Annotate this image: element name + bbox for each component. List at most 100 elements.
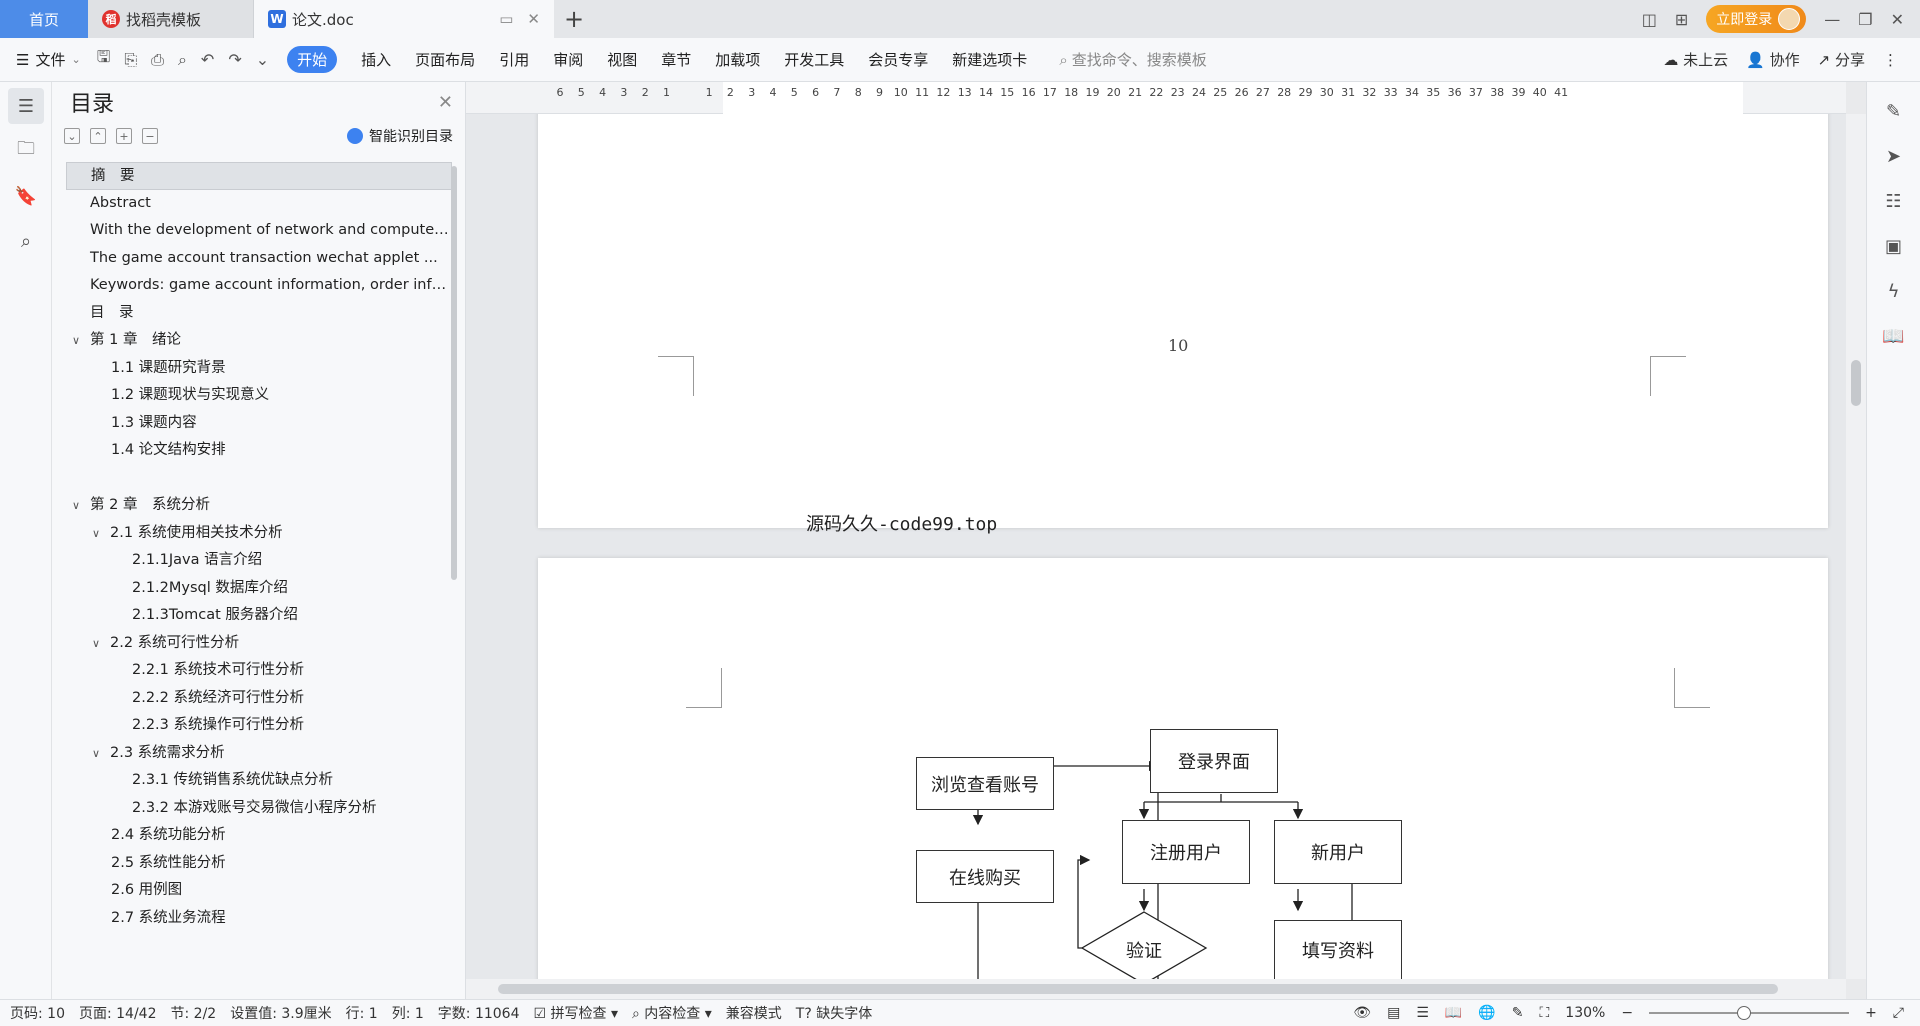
toc-item[interactable]: ∨ 2.1 系统使用相关技术分析 bbox=[66, 520, 452, 548]
lightning-icon[interactable]: ϟ bbox=[1879, 276, 1909, 306]
login-button[interactable]: 立即登录 bbox=[1706, 5, 1807, 33]
adjust-sliders-icon[interactable]: ☷ bbox=[1879, 186, 1909, 216]
toc-item[interactable]: 2.2.3 系统操作可行性分析 bbox=[66, 712, 452, 740]
content-check-button[interactable]: ⌕ 内容检查 ▾ bbox=[632, 1003, 712, 1023]
status-page[interactable]: 页码: 10 bbox=[10, 1003, 65, 1023]
find-icon[interactable]: ⌕ bbox=[8, 223, 44, 259]
spell-check-button[interactable]: ☑ 拼写检查 ▾ bbox=[534, 1003, 619, 1023]
fullscreen-icon[interactable]: ⤢ bbox=[1893, 1005, 1904, 1021]
toc-panel-icon[interactable]: ☰ bbox=[8, 88, 44, 124]
collapse-all-icon[interactable]: ⌄ bbox=[64, 128, 80, 144]
image-tool-icon[interactable]: ▣ bbox=[1879, 231, 1909, 261]
minimize-icon[interactable]: — bbox=[1824, 10, 1840, 29]
book-search-icon[interactable]: 📖 bbox=[1879, 321, 1909, 351]
horizontal-ruler[interactable]: 6 5 4 3 2 1 1 2 3 4 5 6 7 8 9 10 11 12 13 14 15 16 17 18 19 20 21 2… bbox=[466, 82, 1846, 114]
select-cursor-icon[interactable]: ➤ bbox=[1879, 141, 1909, 171]
ribbon-tab-start[interactable]: 开始 bbox=[287, 46, 338, 73]
toc-item[interactable]: 摘 要 bbox=[66, 162, 452, 190]
smart-toc-button[interactable]: 智能识别目录 bbox=[347, 126, 453, 146]
toc-item[interactable]: 1.1 课题研究背景 bbox=[66, 355, 452, 383]
tab-home[interactable]: 首页 bbox=[0, 0, 88, 38]
customize-icon[interactable]: ⌄ bbox=[256, 50, 269, 69]
reading-view-icon[interactable]: 📖 bbox=[1445, 1005, 1462, 1021]
folder-icon[interactable]: 🗀 bbox=[8, 133, 44, 169]
bookmark-icon[interactable]: 🔖 bbox=[8, 178, 44, 214]
undo-icon[interactable]: ↶ bbox=[201, 50, 214, 69]
ribbon-tab-insert[interactable]: 插入 bbox=[361, 49, 391, 70]
close-icon[interactable]: ✕ bbox=[438, 92, 453, 113]
toc-scrollbar[interactable] bbox=[451, 166, 457, 580]
ribbon-tab-addins[interactable]: 加载项 bbox=[715, 49, 760, 70]
command-search[interactable]: ⌕ 查找命令、搜索模板 bbox=[1059, 49, 1206, 70]
toc-item[interactable]: With the development of network and comp… bbox=[66, 217, 452, 245]
print-preview-icon[interactable]: ⌕ bbox=[178, 50, 187, 70]
toc-item[interactable]: ∨ 第 2 章 系统分析 bbox=[66, 492, 452, 520]
layout-toggle-icon[interactable]: ◫ bbox=[1642, 10, 1657, 29]
status-setting[interactable]: 设置值: 3.9厘米 bbox=[230, 1003, 331, 1023]
missing-font-button[interactable]: T? 缺失字体 bbox=[796, 1003, 872, 1023]
more-icon[interactable]: ⋮ bbox=[1883, 51, 1898, 69]
toc-item[interactable]: 2.1.2Mysql 数据库介绍 bbox=[66, 575, 452, 603]
ribbon-tab-developer[interactable]: 开发工具 bbox=[784, 49, 844, 70]
chevron-down-icon[interactable]: ∨ bbox=[92, 630, 110, 658]
edit-pen-icon[interactable]: ✎ bbox=[1879, 96, 1909, 126]
expand-all-icon[interactable]: ⌃ bbox=[90, 128, 106, 144]
ribbon-tab-review[interactable]: 审阅 bbox=[553, 49, 583, 70]
redo-icon[interactable]: ↷ bbox=[228, 50, 241, 69]
tab-float-icon[interactable]: ▭ bbox=[499, 10, 513, 28]
zoom-out-icon[interactable]: − bbox=[1621, 1005, 1633, 1021]
toc-item[interactable]: Abstract bbox=[66, 190, 452, 218]
web-view-icon[interactable]: 🌐 bbox=[1478, 1005, 1495, 1021]
outline-view-icon[interactable]: ☰ bbox=[1416, 1005, 1429, 1021]
remove-heading-icon[interactable]: − bbox=[142, 128, 158, 144]
toc-item[interactable]: 1.2 课题现状与实现意义 bbox=[66, 382, 452, 410]
toc-item[interactable]: ∨ 2.2 系统可行性分析 bbox=[66, 630, 452, 658]
toc-item[interactable]: 2.3.1 传统销售系统优缺点分析 bbox=[66, 767, 452, 795]
toc-item[interactable]: 目 录 bbox=[66, 300, 452, 328]
ribbon-tab-new[interactable]: 新建选项卡 bbox=[952, 49, 1027, 70]
status-words[interactable]: 字数: 11064 bbox=[438, 1003, 520, 1023]
toc-item[interactable]: Keywords: game account information, orde… bbox=[66, 272, 452, 300]
vertical-scroll-thumb[interactable] bbox=[1851, 360, 1861, 406]
ribbon-tab-member[interactable]: 会员专享 bbox=[868, 49, 928, 70]
tab-templates[interactable]: 稻 找稻壳模板 bbox=[88, 0, 254, 38]
apps-grid-icon[interactable]: ⊞ bbox=[1675, 10, 1688, 29]
export-pdf-icon[interactable]: ⎘ bbox=[124, 50, 137, 70]
zoom-slider-knob[interactable] bbox=[1737, 1006, 1752, 1020]
chevron-down-icon[interactable]: ∨ bbox=[72, 492, 90, 520]
toc-item[interactable]: 2.1.1Java 语言介绍 bbox=[66, 547, 452, 575]
new-tab-button[interactable]: + bbox=[554, 0, 594, 38]
tab-document[interactable]: W 论文.doc ▭ ✕ bbox=[254, 0, 554, 38]
toc-item[interactable]: 2.5 系统性能分析 bbox=[66, 850, 452, 878]
status-pages[interactable]: 页面: 14/42 bbox=[79, 1003, 157, 1023]
tab-close-icon[interactable]: ✕ bbox=[527, 10, 540, 28]
horizontal-scroll-thumb[interactable] bbox=[498, 984, 1778, 994]
zoom-slider[interactable] bbox=[1649, 1006, 1850, 1020]
chevron-down-icon[interactable]: ∨ bbox=[92, 520, 110, 548]
document-page[interactable]: 登录界面 浏览查看账号 注册用户 新用户 在线购买 验证 填写资料 bbox=[538, 558, 1828, 979]
toc-item[interactable]: 1.3 课题内容 bbox=[66, 410, 452, 438]
toc-item[interactable]: ∨ 2.3 系统需求分析 bbox=[66, 740, 452, 768]
toc-item[interactable]: 1.4 论文结构安排 bbox=[66, 437, 452, 465]
file-menu[interactable]: ☰ 文件 ⌄ bbox=[16, 49, 81, 70]
page-view-icon[interactable]: ▤ bbox=[1387, 1005, 1400, 1021]
save-icon[interactable]: 🖫 bbox=[97, 46, 111, 73]
cloud-status[interactable]: ☁ 未上云 bbox=[1663, 49, 1728, 70]
eye-protect-icon[interactable]: 👁 bbox=[1353, 1005, 1371, 1021]
print-icon[interactable]: ⎙ bbox=[151, 50, 164, 70]
vertical-scrollbar[interactable] bbox=[1846, 114, 1866, 979]
document-page[interactable]: 10 bbox=[538, 114, 1828, 528]
chevron-down-icon[interactable]: ∨ bbox=[92, 740, 110, 768]
restore-icon[interactable]: ❐ bbox=[1858, 10, 1872, 29]
toc-item[interactable]: 2.1.3Tomcat 服务器介绍 bbox=[66, 602, 452, 630]
toc-item[interactable]: 2.2.2 系统经济可行性分析 bbox=[66, 685, 452, 713]
zoom-level[interactable]: 130% bbox=[1565, 1005, 1605, 1021]
collab-button[interactable]: 👤 协作 bbox=[1746, 49, 1799, 70]
share-button[interactable]: ↗ 分享 bbox=[1818, 49, 1865, 70]
horizontal-scrollbar[interactable] bbox=[466, 979, 1846, 999]
ribbon-tab-layout[interactable]: 页面布局 bbox=[415, 49, 475, 70]
toc-item[interactable]: 2.2.1 系统技术可行性分析 bbox=[66, 657, 452, 685]
toc-item[interactable]: 2.4 系统功能分析 bbox=[66, 822, 452, 850]
ribbon-tab-references[interactable]: 引用 bbox=[499, 49, 529, 70]
ribbon-tab-section[interactable]: 章节 bbox=[661, 49, 691, 70]
